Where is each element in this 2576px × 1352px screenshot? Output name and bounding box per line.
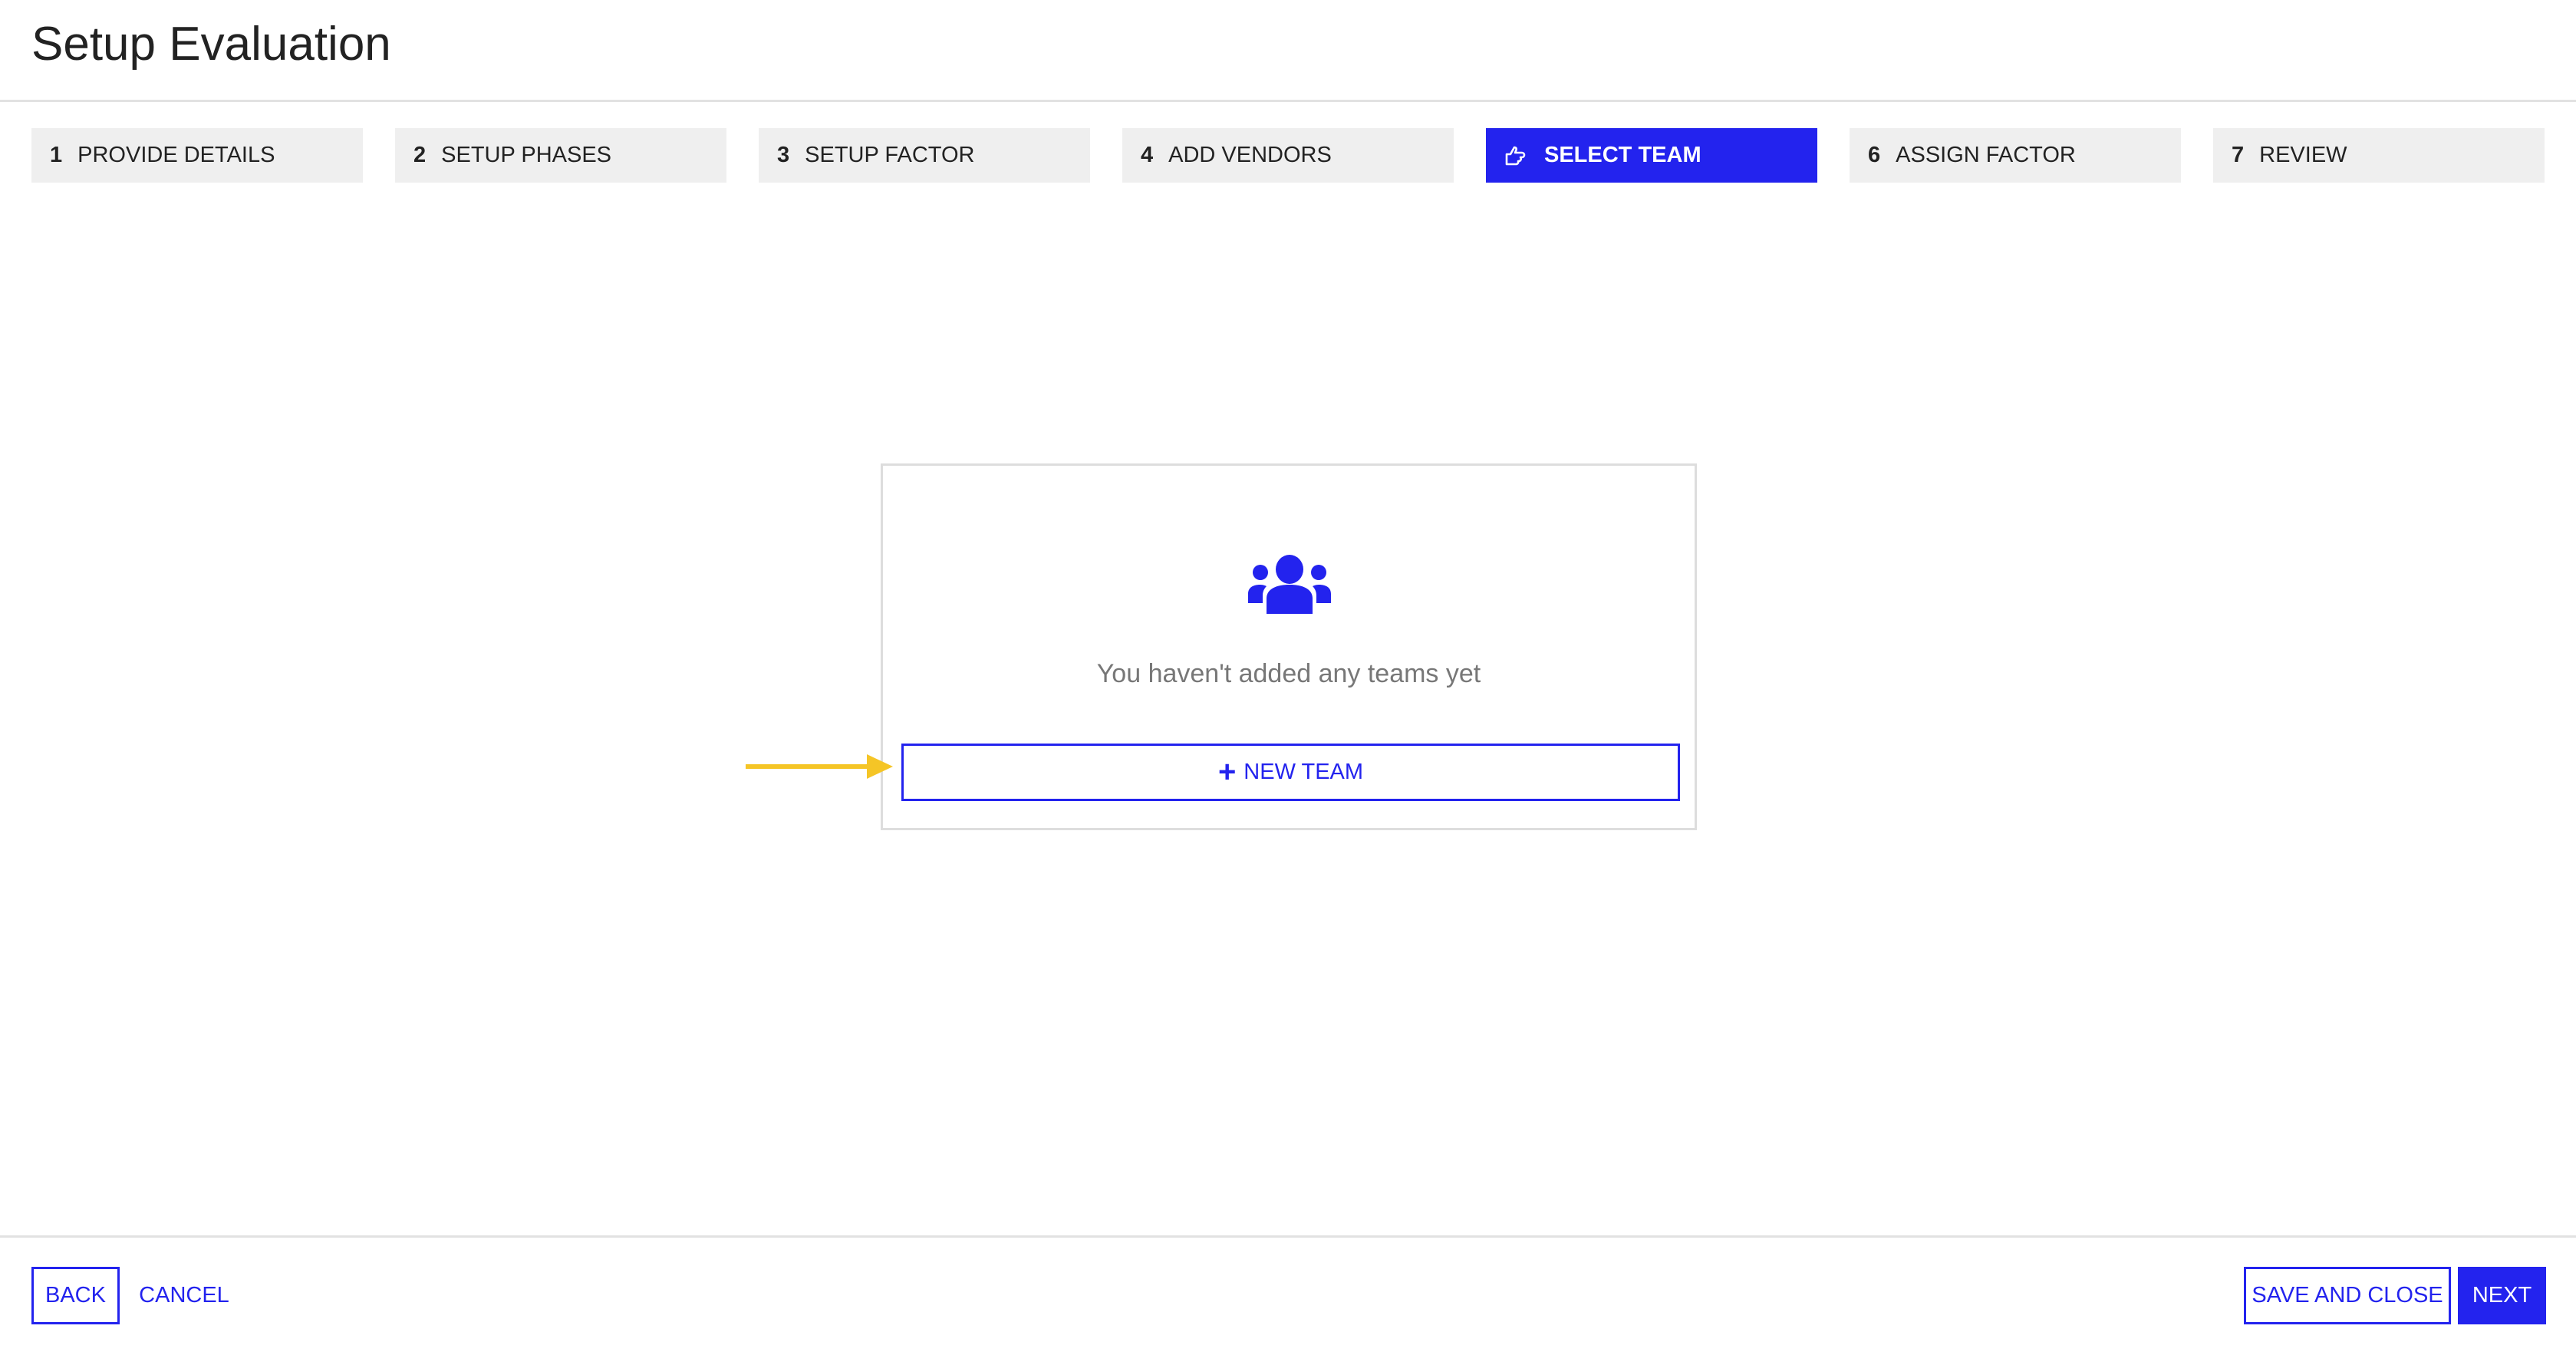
step-number: 6 — [1868, 143, 1881, 167]
step-label: REVIEW — [2259, 143, 2347, 167]
step-number: 3 — [777, 143, 790, 167]
step-number: 7 — [2232, 143, 2245, 167]
plus-icon: + — [1217, 755, 1237, 789]
step-setup-phases[interactable]: 2 SETUP PHASES — [395, 128, 726, 183]
save-and-close-button[interactable]: SAVE AND CLOSE — [2244, 1267, 2451, 1324]
step-label: SETUP FACTOR — [805, 143, 975, 167]
step-provide-details[interactable]: 1 PROVIDE DETAILS — [31, 128, 363, 183]
step-number: 4 — [1141, 143, 1154, 167]
step-add-vendors[interactable]: 4 ADD VENDORS — [1122, 128, 1454, 183]
empty-state-card: You haven't added any teams yet + NEW TEA… — [881, 463, 1697, 830]
next-button[interactable]: NEXT — [2458, 1267, 2546, 1324]
step-label: ADD VENDORS — [1168, 143, 1332, 167]
new-team-button[interactable]: + NEW TEAM — [901, 744, 1680, 801]
page-title: Setup Evaluation — [31, 18, 391, 71]
step-label: SELECT TEAM — [1544, 143, 1701, 167]
step-label: ASSIGN FACTOR — [1896, 143, 2076, 167]
header-divider — [0, 100, 2576, 102]
step-select-team[interactable]: SELECT TEAM — [1486, 128, 1817, 183]
step-label: PROVIDE DETAILS — [77, 143, 275, 167]
step-assign-factor[interactable]: 6 ASSIGN FACTOR — [1850, 128, 2181, 183]
hand-pointer-icon — [1505, 146, 1526, 165]
new-team-label: NEW TEAM — [1244, 760, 1364, 784]
footer-divider — [0, 1235, 2576, 1238]
step-label: SETUP PHASES — [441, 143, 612, 167]
step-setup-factor[interactable]: 3 SETUP FACTOR — [759, 128, 1090, 183]
users-icon — [1248, 555, 1331, 614]
cancel-button[interactable]: CANCEL — [138, 1267, 230, 1324]
step-review[interactable]: 7 REVIEW — [2213, 128, 2545, 183]
empty-message: You haven't added any teams yet — [1096, 659, 1481, 688]
wizard-steps: 1 PROVIDE DETAILS 2 SETUP PHASES 3 SETUP FA… — [31, 128, 2545, 183]
step-number: 1 — [50, 143, 63, 167]
back-button[interactable]: BACK — [31, 1267, 120, 1324]
arrow-right-icon — [746, 754, 893, 779]
step-number: 2 — [413, 143, 427, 167]
